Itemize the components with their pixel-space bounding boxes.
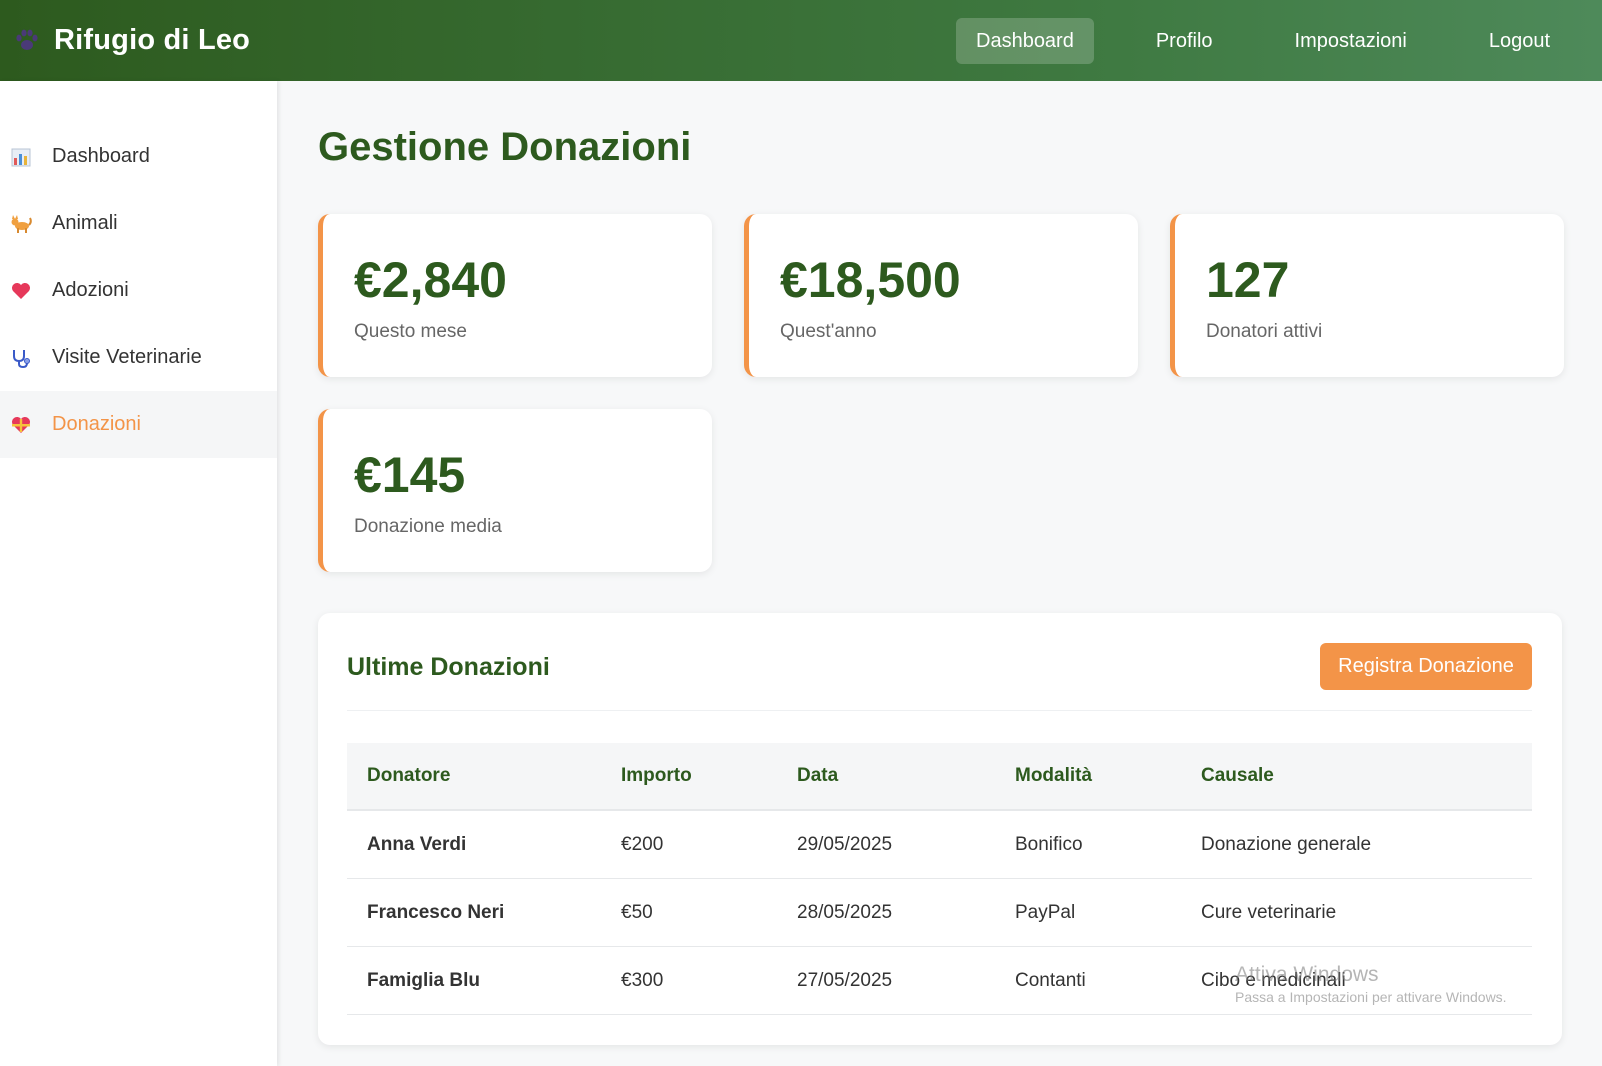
table-cell: Bonifico [1015, 833, 1083, 855]
stat-label: Quest'anno [780, 321, 877, 342]
stat-value: 127 [1206, 252, 1290, 308]
sidebar-item-label: Dashboard [52, 145, 150, 167]
donations-panel: Ultime Donazioni Registra Donazione Dona… [318, 613, 1562, 1045]
sidebar-item-label: Donazioni [52, 413, 141, 435]
topnav-logout[interactable]: Logout [1469, 18, 1570, 64]
table-cell: 29/05/2025 [797, 833, 893, 855]
table-cell: PayPal [1015, 901, 1076, 923]
brand-title: Rifugio di Leo [54, 24, 251, 56]
register-donation-button[interactable]: Registra Donazione [1320, 643, 1532, 690]
sidebar-item-label: Adozioni [52, 279, 129, 301]
table-header: Donatore Importo Data Modalità Causale [347, 743, 1532, 811]
column-header: Modalità [1015, 765, 1093, 786]
column-header: Donatore [367, 765, 451, 786]
stat-card-donors: 127 Donatori attivi [1170, 214, 1564, 377]
column-header: Data [797, 765, 839, 786]
table-row: Famiglia Blu €300 27/05/2025 Contanti Ci… [347, 947, 1532, 1015]
sidebar-item-label: Animali [52, 212, 118, 234]
sidebar-item-label: Visite Veterinarie [52, 346, 202, 368]
table-cell: Contanti [1015, 969, 1086, 991]
bar-chart-icon [10, 146, 32, 168]
cat-icon [10, 213, 32, 235]
table-cell: €300 [621, 969, 664, 991]
panel-title: Ultime Donazioni [347, 653, 550, 681]
brand[interactable]: Rifugio di Leo [12, 24, 250, 57]
column-header: Importo [621, 765, 692, 786]
sidebar-item-visite-veterinarie[interactable]: Visite Veterinarie [0, 324, 277, 391]
page-title: Gestione Donazioni [318, 125, 692, 169]
stat-value: €2,840 [354, 252, 507, 308]
stethoscope-icon [10, 347, 32, 369]
column-header: Causale [1201, 765, 1274, 786]
topnav-dashboard[interactable]: Dashboard [956, 18, 1094, 64]
paw-icon [12, 26, 42, 56]
top-navbar: Rifugio di Leo Dashboard Profilo Imposta… [0, 0, 1602, 81]
table-cell: Francesco Neri [367, 901, 505, 923]
sidebar: Dashboard Animali Adozioni Visite Veteri… [0, 81, 277, 1066]
stat-card-year: €18,500 Quest'anno [744, 214, 1138, 377]
heart-icon [10, 280, 32, 302]
donations-table: Donatore Importo Data Modalità Causale A… [347, 743, 1532, 1015]
sidebar-item-dashboard[interactable]: Dashboard [0, 123, 277, 190]
table-row: Anna Verdi €200 29/05/2025 Bonifico Dona… [347, 811, 1532, 879]
topnav-impostazioni[interactable]: Impostazioni [1275, 18, 1427, 64]
table-cell: €50 [621, 901, 653, 923]
stat-value: €145 [354, 447, 466, 503]
table-cell: Cibo e medicinali [1201, 969, 1346, 991]
stat-label: Questo mese [354, 321, 467, 342]
table-cell: 28/05/2025 [797, 901, 893, 923]
table-cell: Famiglia Blu [367, 969, 480, 991]
table-cell: 27/05/2025 [797, 969, 893, 991]
table-cell: Donazione generale [1201, 833, 1372, 855]
stat-value: €18,500 [780, 252, 961, 308]
table-row: Francesco Neri €50 28/05/2025 PayPal Cur… [347, 879, 1532, 947]
table-cell: Anna Verdi [367, 833, 467, 855]
sidebar-item-adozioni[interactable]: Adozioni [0, 257, 277, 324]
top-nav: Dashboard Profilo Impostazioni Logout [956, 18, 1570, 64]
sidebar-item-animali[interactable]: Animali [0, 190, 277, 257]
stat-card-average: €145 Donazione media [318, 409, 712, 572]
topnav-profilo[interactable]: Profilo [1136, 18, 1233, 64]
stat-label: Donatori attivi [1206, 321, 1323, 342]
table-cell: €200 [621, 833, 664, 855]
table-cell: Cure veterinarie [1201, 901, 1337, 923]
panel-divider [347, 710, 1532, 711]
heart-gift-icon [10, 414, 32, 436]
stat-card-month: €2,840 Questo mese [318, 214, 712, 377]
sidebar-item-donazioni[interactable]: Donazioni [0, 391, 277, 458]
stat-label: Donazione media [354, 516, 502, 537]
